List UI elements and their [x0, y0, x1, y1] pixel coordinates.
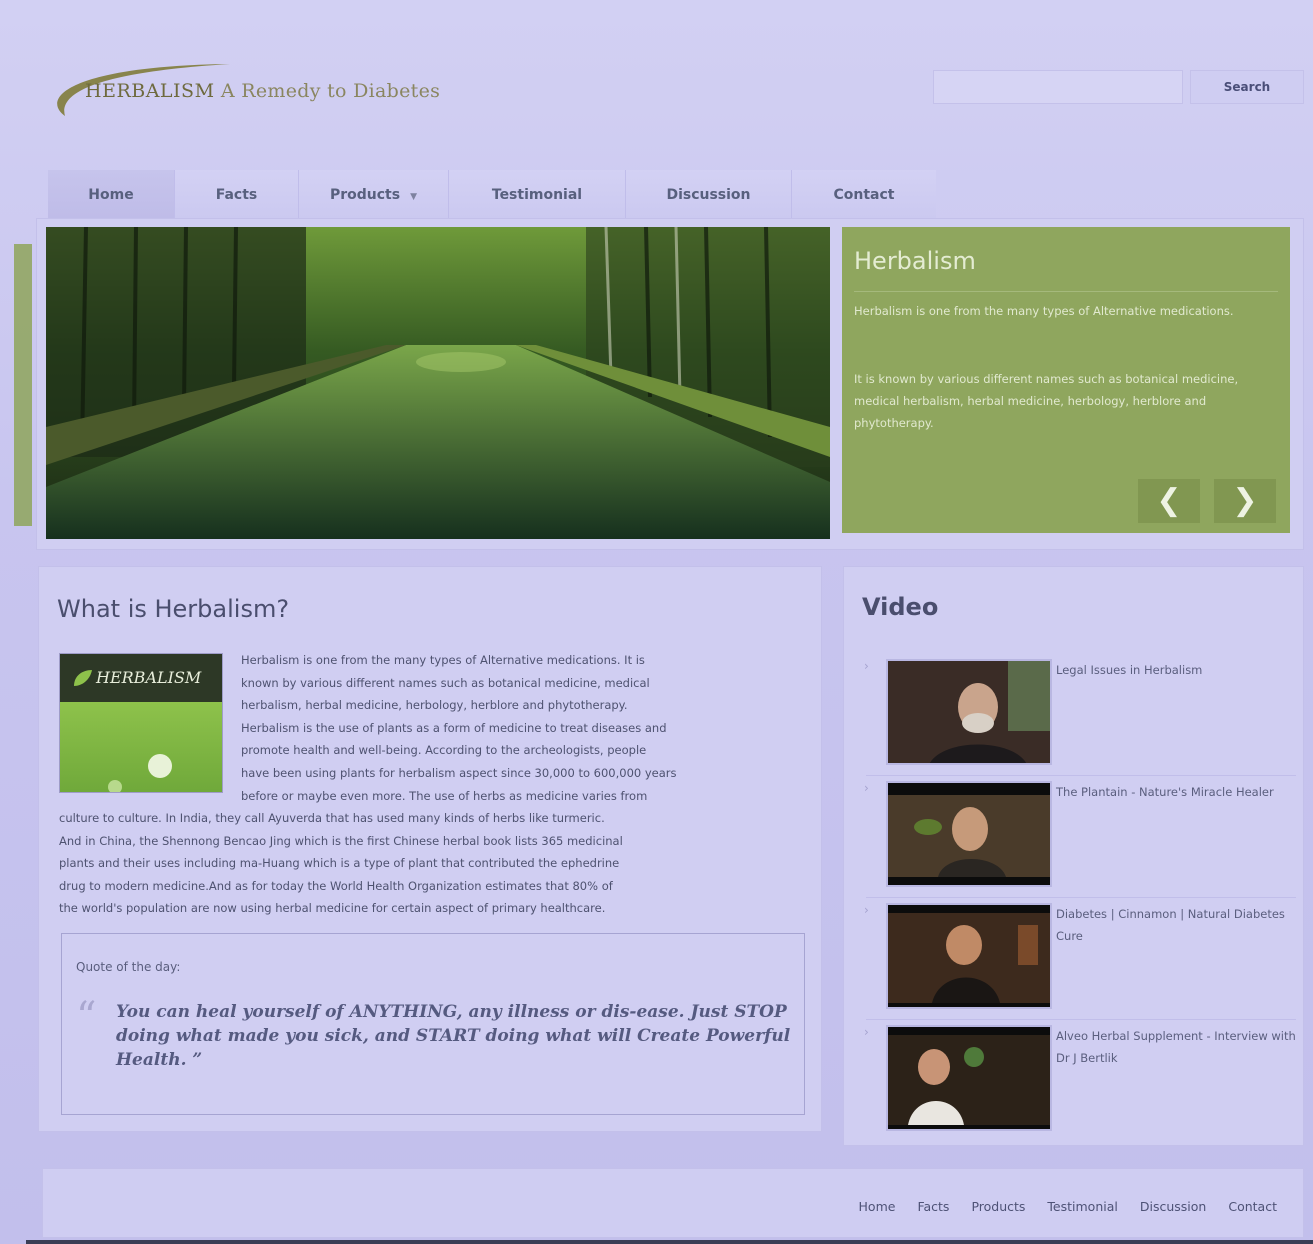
footer-link-discussion[interactable]: Discussion: [1140, 1199, 1206, 1214]
dot-decoration: [108, 780, 122, 792]
footer-nav: Home Facts Products Testimonial Discussi…: [859, 1199, 1277, 1214]
nav-item-facts[interactable]: Facts: [175, 170, 299, 218]
video-divider: [866, 775, 1296, 776]
video-sidebar: Video › Legal Issues in Herbalism › The …: [843, 566, 1304, 1146]
bottom-edge: [26, 1240, 1313, 1244]
footer: Home Facts Products Testimonial Discussi…: [42, 1168, 1304, 1238]
herbalism-thumbnail: HERBALISM: [59, 653, 223, 793]
leaf-icon: [74, 670, 92, 686]
text-line: drug to modern medicine.And as for today…: [59, 878, 613, 893]
slider-next-button[interactable]: ❯: [1214, 479, 1276, 523]
nav-label: Contact: [833, 187, 895, 203]
search-input[interactable]: [933, 70, 1183, 104]
video-item[interactable]: › Legal Issues in Herbalism: [864, 659, 1304, 773]
bullet-icon: ›: [864, 1025, 869, 1039]
video-divider: [866, 897, 1296, 898]
main-content: What is Herbalism? HERBALISM Herbalism i…: [38, 566, 822, 1132]
slider-prev-button[interactable]: ❮: [1138, 479, 1200, 523]
slide-title: Herbalism: [854, 247, 976, 275]
quote-of-the-day: Quote of the day: “ You can heal yoursel…: [61, 933, 805, 1115]
footer-link-products[interactable]: Products: [971, 1199, 1025, 1214]
nav-label: Products: [329, 187, 401, 203]
bullet-icon: ›: [864, 659, 869, 673]
section-title: What is Herbalism?: [57, 595, 290, 623]
intro-text-wrapped: Herbalism is one from the many types of …: [241, 649, 677, 807]
footer-link-home[interactable]: Home: [859, 1199, 896, 1214]
footer-link-testimonial[interactable]: Testimonial: [1047, 1199, 1117, 1214]
video-divider: [866, 1019, 1296, 1020]
video-item[interactable]: › Alveo Herbal Supplement - Interview wi…: [864, 1025, 1304, 1139]
caption-divider: [854, 291, 1278, 292]
nav-label: Home: [88, 187, 134, 203]
video-item[interactable]: › Diabetes | Cinnamon | Natural Diabetes…: [864, 903, 1304, 1017]
video-frame-man-plant: [888, 783, 1050, 885]
video-thumbnail[interactable]: [886, 903, 1052, 1009]
footer-link-facts[interactable]: Facts: [917, 1199, 949, 1214]
dot-decoration: [148, 754, 172, 778]
page: HERBALISM A Remedy to Diabetes Search Ho…: [0, 0, 1313, 1244]
slide-paragraph: It is known by various different names s…: [854, 372, 1239, 430]
search-button[interactable]: Search: [1190, 70, 1304, 104]
video-item[interactable]: › The Plantain - Nature's Miracle Healer: [864, 781, 1304, 895]
video-title-link[interactable]: The Plantain - Nature's Miracle Healer: [1056, 781, 1296, 803]
nav-item-testimonial[interactable]: Testimonial: [449, 170, 626, 218]
chevron-right-icon: ❯: [1232, 483, 1258, 518]
video-thumbnail[interactable]: [886, 1025, 1052, 1131]
footer-link-contact[interactable]: Contact: [1228, 1199, 1277, 1214]
chevron-down-icon: ▼: [410, 192, 418, 202]
slide-paragraph: Herbalism is one from the many types of …: [854, 304, 1234, 318]
text-line: plants and their uses including ma-Huang…: [59, 856, 620, 871]
intro-text-full: culture to culture. In India, they call …: [59, 807, 623, 920]
video-frame-bald-man: [888, 905, 1050, 1007]
logo-text: HERBALISM A Remedy to Diabetes: [85, 80, 440, 102]
text-line: herbalism, herbal medicine, herbology, h…: [241, 698, 628, 713]
text-line: Herbalism is one from the many types of …: [241, 653, 645, 667]
video-thumbnail[interactable]: [886, 781, 1052, 887]
text-line: culture to culture. In India, they call …: [59, 811, 605, 825]
video-frame-man-beard: [888, 661, 1050, 763]
previous-slide-peek: [14, 244, 32, 526]
text-line: before or maybe even more. The use of he…: [241, 788, 648, 803]
quote-mark-icon: “: [76, 994, 97, 1040]
quote-label: Quote of the day:: [76, 960, 181, 974]
text-line: Herbalism is the use of plants as a form…: [241, 720, 667, 735]
video-title-link[interactable]: Alveo Herbal Supplement - Interview with…: [1056, 1025, 1296, 1069]
video-frame-doctor: [888, 1027, 1050, 1129]
text-line: And in China, the Shennong Bencao Jing w…: [59, 833, 623, 848]
thumb-label: HERBALISM: [96, 668, 202, 687]
nav-label: Discussion: [666, 187, 751, 203]
text-line: the world's population are now using her…: [59, 901, 606, 916]
site-logo[interactable]: HERBALISM A Remedy to Diabetes: [40, 58, 480, 128]
slide-caption-panel: Herbalism Herbalism is one from the many…: [842, 227, 1290, 533]
nav-item-discussion[interactable]: Discussion: [626, 170, 792, 218]
video-heading: Video: [862, 593, 939, 621]
thumb-green-area: [60, 702, 222, 792]
logo-brand: HERBALISM: [85, 80, 215, 102]
bullet-icon: ›: [864, 781, 869, 795]
slide-image-forest-canal: [46, 227, 830, 539]
main-nav: Home Facts Products ▼ Testimonial Discuss…: [48, 170, 936, 218]
video-title-link[interactable]: Diabetes | Cinnamon | Natural Diabetes C…: [1056, 903, 1296, 947]
logo-tagline: A Remedy to Diabetes: [220, 80, 441, 102]
chevron-left-icon: ❮: [1156, 483, 1182, 518]
quote-text: You can heal yourself of ANYTHING, any i…: [116, 1002, 791, 1070]
nav-item-products[interactable]: Products ▼: [299, 170, 449, 218]
forest-canal-image: [46, 227, 830, 539]
text-line: promote health and well-being. According…: [241, 743, 647, 758]
nav-label: Facts: [215, 187, 258, 203]
video-thumbnail[interactable]: [886, 659, 1052, 765]
nav-item-contact[interactable]: Contact: [792, 170, 936, 218]
text-line: have been using plants for herbalism asp…: [241, 765, 677, 780]
nav-item-home[interactable]: Home: [48, 170, 175, 218]
text-line: known by various different names such as…: [241, 675, 650, 690]
bullet-icon: ›: [864, 903, 869, 917]
video-title-link[interactable]: Legal Issues in Herbalism: [1056, 659, 1296, 681]
nav-label: Testimonial: [491, 187, 583, 203]
